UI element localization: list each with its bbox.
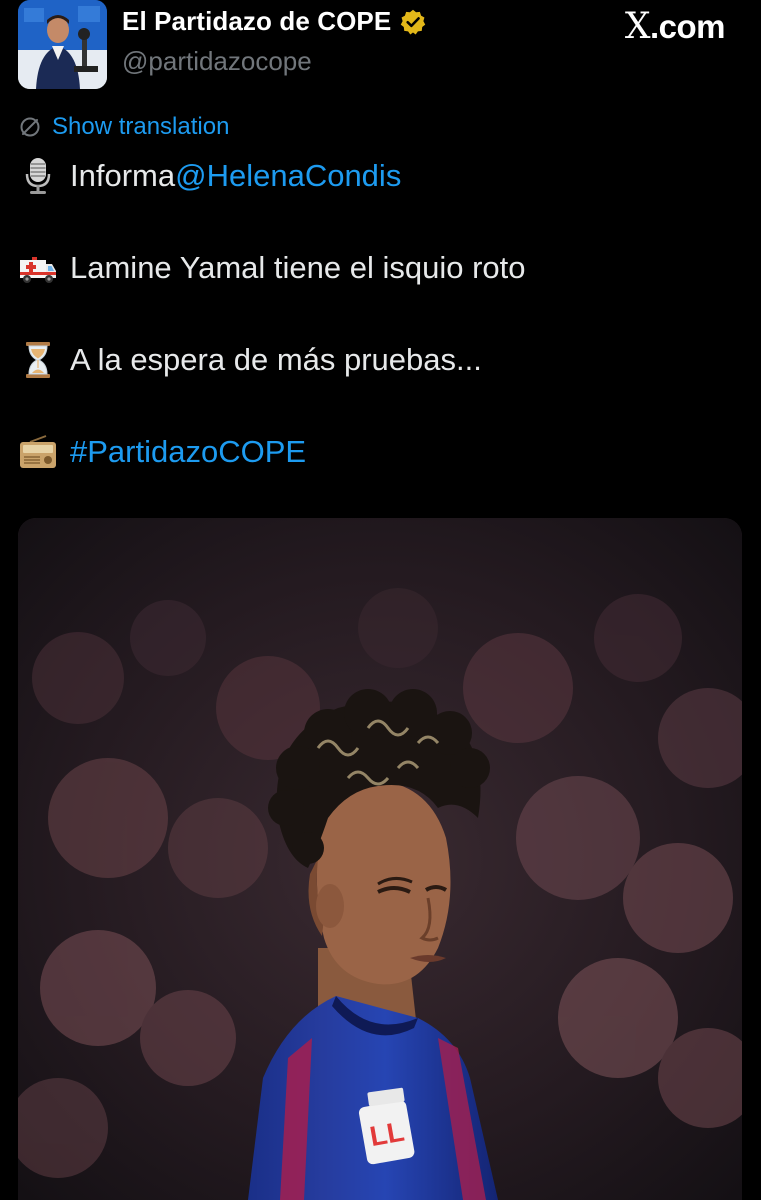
hashtag-link[interactable]: #PartidazoCOPE xyxy=(70,434,306,470)
avatar-image xyxy=(18,0,107,89)
display-name[interactable]: El Partidazo de COPE xyxy=(122,6,391,37)
translate-icon xyxy=(20,117,40,137)
ambulance-icon xyxy=(20,257,56,283)
tweet-line-text: A la espera de más pruebas... xyxy=(70,342,482,377)
user-handle[interactable]: @partidazocope xyxy=(122,46,312,77)
mention-link[interactable]: @HelenaCondis xyxy=(175,158,401,194)
site-label: X.com xyxy=(624,6,726,47)
hourglass-icon xyxy=(26,342,50,378)
tweet-line-injury: Lamine Yamal tiene el isquio roto xyxy=(18,248,526,288)
name-row: El Partidazo de COPE xyxy=(122,6,427,37)
studio-microphone-icon xyxy=(25,158,51,194)
radio-icon xyxy=(20,435,56,468)
tweet-header: El Partidazo de COPE @partidazocope X.co… xyxy=(18,0,743,90)
tweet-line-informa: Informa @HelenaCondis xyxy=(18,156,401,196)
player-photo-image: LL xyxy=(18,518,742,1200)
tweet-line-text: Lamine Yamal tiene el isquio roto xyxy=(70,250,526,285)
sleeve-badge-text: LL xyxy=(367,1116,406,1152)
show-translation-label: Show translation xyxy=(52,113,230,140)
x-logo-icon: X xyxy=(624,6,651,47)
avatar[interactable] xyxy=(18,0,107,89)
show-translation-link[interactable]: Show translation xyxy=(18,113,229,141)
tweet-line-hashtag: #PartidazoCOPE xyxy=(18,432,306,472)
tweet-photo[interactable]: LL xyxy=(18,518,742,1200)
tweet-line-text: Informa xyxy=(70,158,176,193)
tweet-line-waiting: A la espera de más pruebas... xyxy=(18,340,482,380)
verified-badge-icon xyxy=(401,9,426,34)
site-suffix: .com xyxy=(649,8,726,45)
